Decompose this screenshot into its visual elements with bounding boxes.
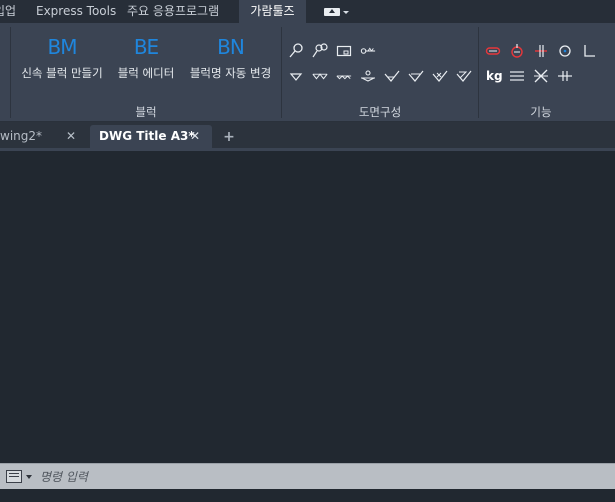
finish-symbol-4-icon[interactable] [360, 68, 376, 84]
block-panel-title: 블럭 [135, 105, 157, 119]
ribbon: BM 신속 블럭 만들기 BE 블럭 에디터 BN 블럭명 자동 변경 블럭 도… [0, 23, 615, 122]
close-icon[interactable]: ✕ [66, 125, 76, 147]
chevron-down-icon[interactable] [26, 475, 32, 479]
drawing-panel-title: 도면구성 [358, 105, 402, 119]
finish-symbol-1-icon[interactable] [288, 68, 304, 84]
corner-icon[interactable] [581, 43, 597, 59]
ribbon-tab-main-apps[interactable]: 주요 응용프로그램 [127, 0, 219, 23]
cross-trim-icon[interactable] [533, 68, 549, 84]
panel-minimize-icon [324, 8, 340, 16]
balloon-icon[interactable] [288, 43, 304, 59]
double-balloon-icon[interactable] [312, 43, 328, 59]
apple-mark-icon[interactable] [509, 43, 525, 59]
bm-icon: BM [47, 35, 78, 59]
block-rename-label: 블럭명 자동 변경 [189, 66, 272, 80]
document-tab-label: DWG Title A3* [99, 129, 195, 143]
ribbon-tab-insert[interactable]: 입업 [0, 0, 16, 23]
block-editor-button[interactable]: BE 블럭 에디터 [112, 33, 180, 97]
finish-symbol-2-icon[interactable] [312, 68, 330, 84]
finish-symbol-7-icon[interactable] [432, 68, 448, 84]
quick-block-create-button[interactable]: BM 신속 블럭 만들기 [14, 33, 110, 97]
circle-center-icon[interactable] [557, 43, 573, 59]
command-window-icon[interactable] [6, 470, 22, 483]
new-tab-button[interactable]: + [220, 128, 238, 146]
chevron-down-icon [343, 11, 349, 14]
ribbon-tab-express-tools[interactable]: Express Tools [36, 0, 116, 23]
ribbon-minimize-toggle[interactable] [318, 5, 352, 19]
finish-symbol-8-icon[interactable] [456, 68, 472, 84]
function-panel-title: 기능 [530, 105, 552, 119]
list-lines-icon[interactable] [509, 68, 525, 84]
command-line [0, 463, 615, 489]
weld-line-icon[interactable] [360, 43, 378, 59]
drawing-canvas[interactable] [0, 151, 615, 463]
finish-symbol-6-icon[interactable] [408, 68, 424, 84]
ribbon-tab-garamtools[interactable]: 가람툴즈 [239, 0, 306, 23]
block-rename-button[interactable]: BN 블럭명 자동 변경 [183, 33, 278, 97]
finish-symbol-3-icon[interactable] [336, 68, 354, 84]
ribbon-tab-bar: 입업 Express Tools 주요 응용프로그램 가람툴즈 [0, 0, 615, 23]
document-tab-drawing2[interactable]: wing2* ✕ [0, 125, 88, 148]
break-line-icon[interactable] [557, 68, 573, 84]
command-input[interactable] [40, 468, 600, 486]
document-tab-label: wing2* [0, 129, 43, 143]
bn-icon: BN [217, 35, 245, 59]
frame-icon[interactable] [336, 43, 352, 59]
parallel-lines-icon[interactable] [533, 43, 549, 59]
weight-kg-button[interactable]: kg [486, 68, 503, 84]
be-icon: BE [133, 35, 159, 59]
document-tab-bar: wing2* ✕ DWG Title A3* ✕ + [0, 122, 615, 148]
quick-block-create-label: 신속 블럭 만들기 [21, 66, 103, 80]
slot-marker-icon[interactable] [485, 43, 501, 59]
finish-symbol-5-icon[interactable] [384, 68, 400, 84]
block-editor-label: 블럭 에디터 [117, 66, 175, 80]
close-icon[interactable]: ✕ [190, 125, 200, 147]
status-strip [0, 489, 615, 502]
document-tab-dwg-title-a3[interactable]: DWG Title A3* ✕ [90, 125, 212, 148]
